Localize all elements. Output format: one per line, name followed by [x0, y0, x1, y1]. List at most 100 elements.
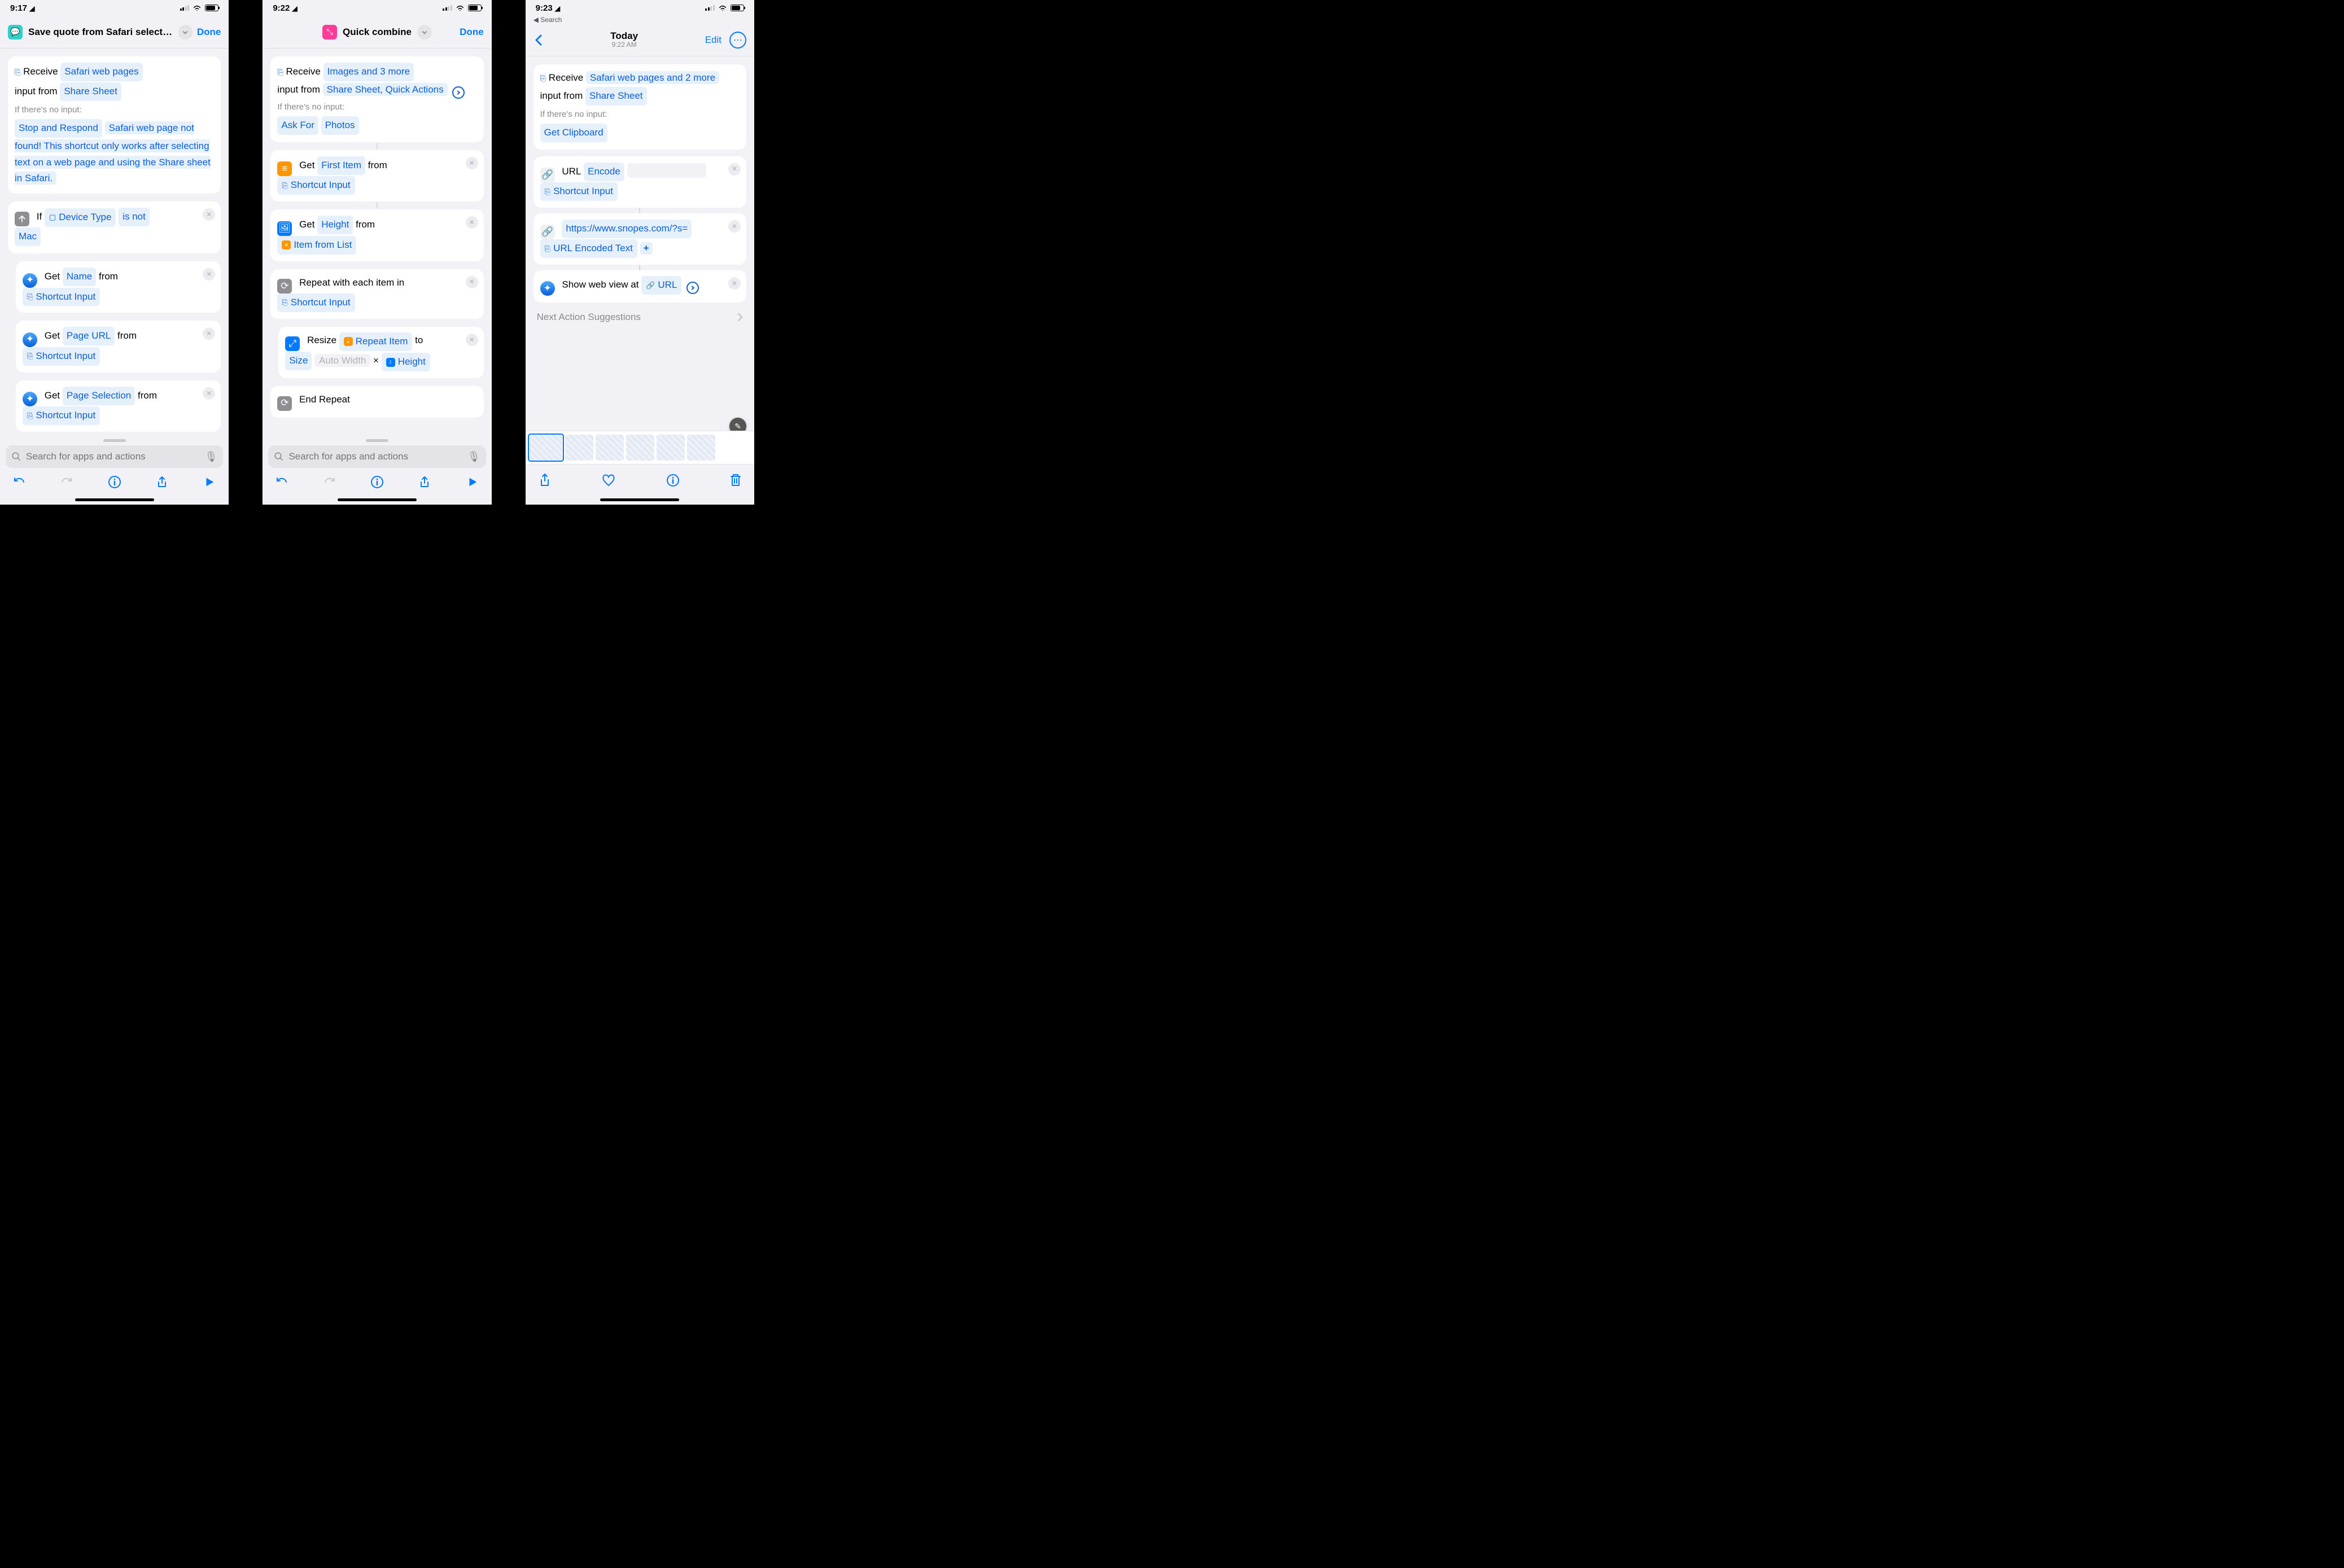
size-token[interactable]: Size: [285, 352, 312, 370]
shortcut-input-var[interactable]: ⎘Shortcut Input: [23, 347, 100, 366]
url-action[interactable]: ✕ 🔗 https://www.snopes.com/?s= ⎘URL Enco…: [533, 213, 746, 265]
get-name-action[interactable]: ✕ ✦ Get Name from ⎘Shortcut Input: [16, 261, 221, 313]
done-button[interactable]: Done: [460, 27, 484, 38]
end-repeat-action[interactable]: ⟳ End Repeat: [270, 386, 483, 417]
stop-respond-token[interactable]: Stop and Respond: [15, 119, 102, 138]
remove-action-button[interactable]: ✕: [466, 334, 478, 346]
screenshot-thumbnails[interactable]: [526, 431, 754, 465]
get-what-token[interactable]: Page URL: [63, 327, 115, 345]
thumbnail[interactable]: [565, 435, 593, 461]
url-text-token[interactable]: https://www.snopes.com/?s=: [562, 220, 692, 238]
shortcut-input-var[interactable]: ⎘Shortcut Input: [540, 182, 618, 201]
more-button[interactable]: ⋯: [729, 32, 746, 49]
undo-button[interactable]: [274, 474, 290, 490]
height-var[interactable]: ↕Height: [382, 353, 430, 371]
home-indicator[interactable]: [338, 498, 417, 501]
title-menu-button[interactable]: [417, 25, 432, 40]
receive-type-token[interactable]: Safari web pages and 2 more: [586, 71, 719, 84]
home-indicator[interactable]: [600, 498, 679, 501]
done-button[interactable]: Done: [197, 27, 221, 38]
remove-action-button[interactable]: ✕: [466, 216, 478, 229]
thumbnail[interactable]: [687, 435, 715, 461]
drawer-grabber[interactable]: [103, 439, 126, 442]
thumbnail-selected[interactable]: [529, 435, 563, 461]
remove-action-button[interactable]: ✕: [203, 327, 215, 340]
thumbnail[interactable]: [596, 435, 624, 461]
receive-action[interactable]: ⎘ Receive Safari web pages input from Sh…: [8, 56, 221, 194]
receive-action[interactable]: ⎘ Receive Images and 3 more input from S…: [270, 56, 483, 142]
dictation-icon[interactable]: 🎙: [467, 451, 480, 463]
shortcut-title[interactable]: Save quote from Safari selection: [28, 27, 173, 38]
show-webview-action[interactable]: ✕ ✦ Show web view at 🔗URL: [533, 270, 746, 303]
input-source-token[interactable]: Share Sheet, Quick Actions: [323, 83, 448, 96]
remove-action-button[interactable]: ✕: [203, 208, 215, 221]
receive-type-token[interactable]: Safari web pages: [60, 63, 142, 81]
shortcut-input-var[interactable]: ⎘Shortcut Input: [23, 406, 100, 425]
remove-action-button[interactable]: ✕: [466, 276, 478, 288]
share-button[interactable]: [154, 474, 170, 490]
receive-action[interactable]: ⎘ Receive Safari web pages and 2 more in…: [533, 64, 746, 150]
if-action[interactable]: ✕ If ▢Device Type is not Mac: [8, 202, 221, 253]
shortcut-input-var[interactable]: ⎘Shortcut Input: [23, 288, 100, 306]
remove-action-button[interactable]: ✕: [466, 157, 478, 169]
disclosure-button[interactable]: [452, 86, 465, 99]
get-what-token[interactable]: Name: [63, 268, 96, 286]
get-what-token[interactable]: Page Selection: [63, 387, 135, 405]
get-firstitem-action[interactable]: ✕ ≡ Get First Item from ⎘Shortcut Input: [270, 150, 483, 202]
repeat-action[interactable]: ✕ ⟳ Repeat with each item in ⎘Shortcut I…: [270, 269, 483, 319]
itemfromlist-var[interactable]: ≡Item from List: [277, 236, 356, 255]
repeat-item-var[interactable]: 𝓍Repeat Item: [339, 332, 413, 351]
remove-action-button[interactable]: ✕: [203, 387, 215, 400]
receive-type-token[interactable]: Images and 3 more: [323, 63, 414, 81]
get-what-token[interactable]: Height: [317, 216, 353, 234]
run-button[interactable]: [202, 474, 217, 490]
resize-action[interactable]: ✕ ⤢ Resize 𝓍Repeat Item to Size Auto Wid…: [278, 327, 483, 378]
disclosure-button[interactable]: [686, 282, 699, 294]
back-button[interactable]: [533, 33, 544, 47]
edit-button[interactable]: Edit: [705, 34, 721, 46]
run-button[interactable]: [465, 474, 480, 490]
autowidth-placeholder[interactable]: Auto Width: [314, 354, 370, 367]
remove-action-button[interactable]: ✕: [728, 163, 741, 176]
if-operator-token[interactable]: is not: [119, 208, 150, 226]
drawer-grabber[interactable]: [366, 439, 388, 442]
input-source-token[interactable]: Share Sheet: [585, 87, 647, 106]
add-url-button[interactable]: +: [640, 242, 653, 255]
photos-token[interactable]: Photos: [321, 116, 359, 135]
get-height-action[interactable]: ✕ 🖼 Get Height from ≡Item from List: [270, 209, 483, 261]
remove-action-button[interactable]: ✕: [728, 277, 741, 290]
device-type-var[interactable]: ▢Device Type: [45, 208, 116, 227]
next-action-suggestions[interactable]: Next Action Suggestions: [533, 309, 746, 325]
delete-button[interactable]: [729, 473, 742, 488]
title-menu-button[interactable]: [178, 25, 193, 40]
info-button[interactable]: [369, 474, 385, 490]
dictation-icon[interactable]: 🎙: [204, 451, 217, 463]
encode-token[interactable]: Encode: [584, 163, 624, 181]
if-value-token[interactable]: Mac: [15, 227, 41, 246]
askfor-token[interactable]: Ask For: [277, 116, 318, 135]
url-encoded-var[interactable]: ⎘URL Encoded Text: [540, 239, 637, 258]
url-var[interactable]: 🔗URL: [641, 276, 681, 295]
remove-action-button[interactable]: ✕: [728, 220, 741, 233]
shortcut-title[interactable]: Quick combine: [343, 27, 412, 38]
input-source-token[interactable]: Share Sheet: [60, 82, 121, 101]
search-input[interactable]: [288, 451, 462, 462]
get-what-token[interactable]: First Item: [317, 156, 365, 175]
undo-button[interactable]: [11, 474, 27, 490]
remove-action-button[interactable]: ✕: [203, 268, 215, 281]
thumbnail[interactable]: [626, 435, 654, 461]
info-button[interactable]: [107, 474, 123, 490]
getclipboard-token[interactable]: Get Clipboard: [540, 124, 607, 142]
shortcut-input-var[interactable]: ⎘Shortcut Input: [277, 294, 355, 312]
share-button[interactable]: [417, 474, 432, 490]
home-indicator[interactable]: [75, 498, 154, 501]
thumbnail[interactable]: [657, 435, 685, 461]
action-drawer[interactable]: 🎙: [263, 436, 491, 505]
search-bar[interactable]: 🎙: [268, 445, 486, 468]
favorite-button[interactable]: [601, 474, 616, 487]
get-pageselection-action[interactable]: ✕ ✦ Get Page Selection from ⎘Shortcut In…: [16, 380, 221, 432]
share-button[interactable]: [538, 473, 552, 488]
shortcut-input-var[interactable]: ⎘Shortcut Input: [277, 176, 355, 195]
urlencode-action[interactable]: ✕ 🔗 URL Encode ⎘Shortcut Input: [533, 156, 746, 208]
action-drawer[interactable]: 🎙: [0, 436, 229, 505]
